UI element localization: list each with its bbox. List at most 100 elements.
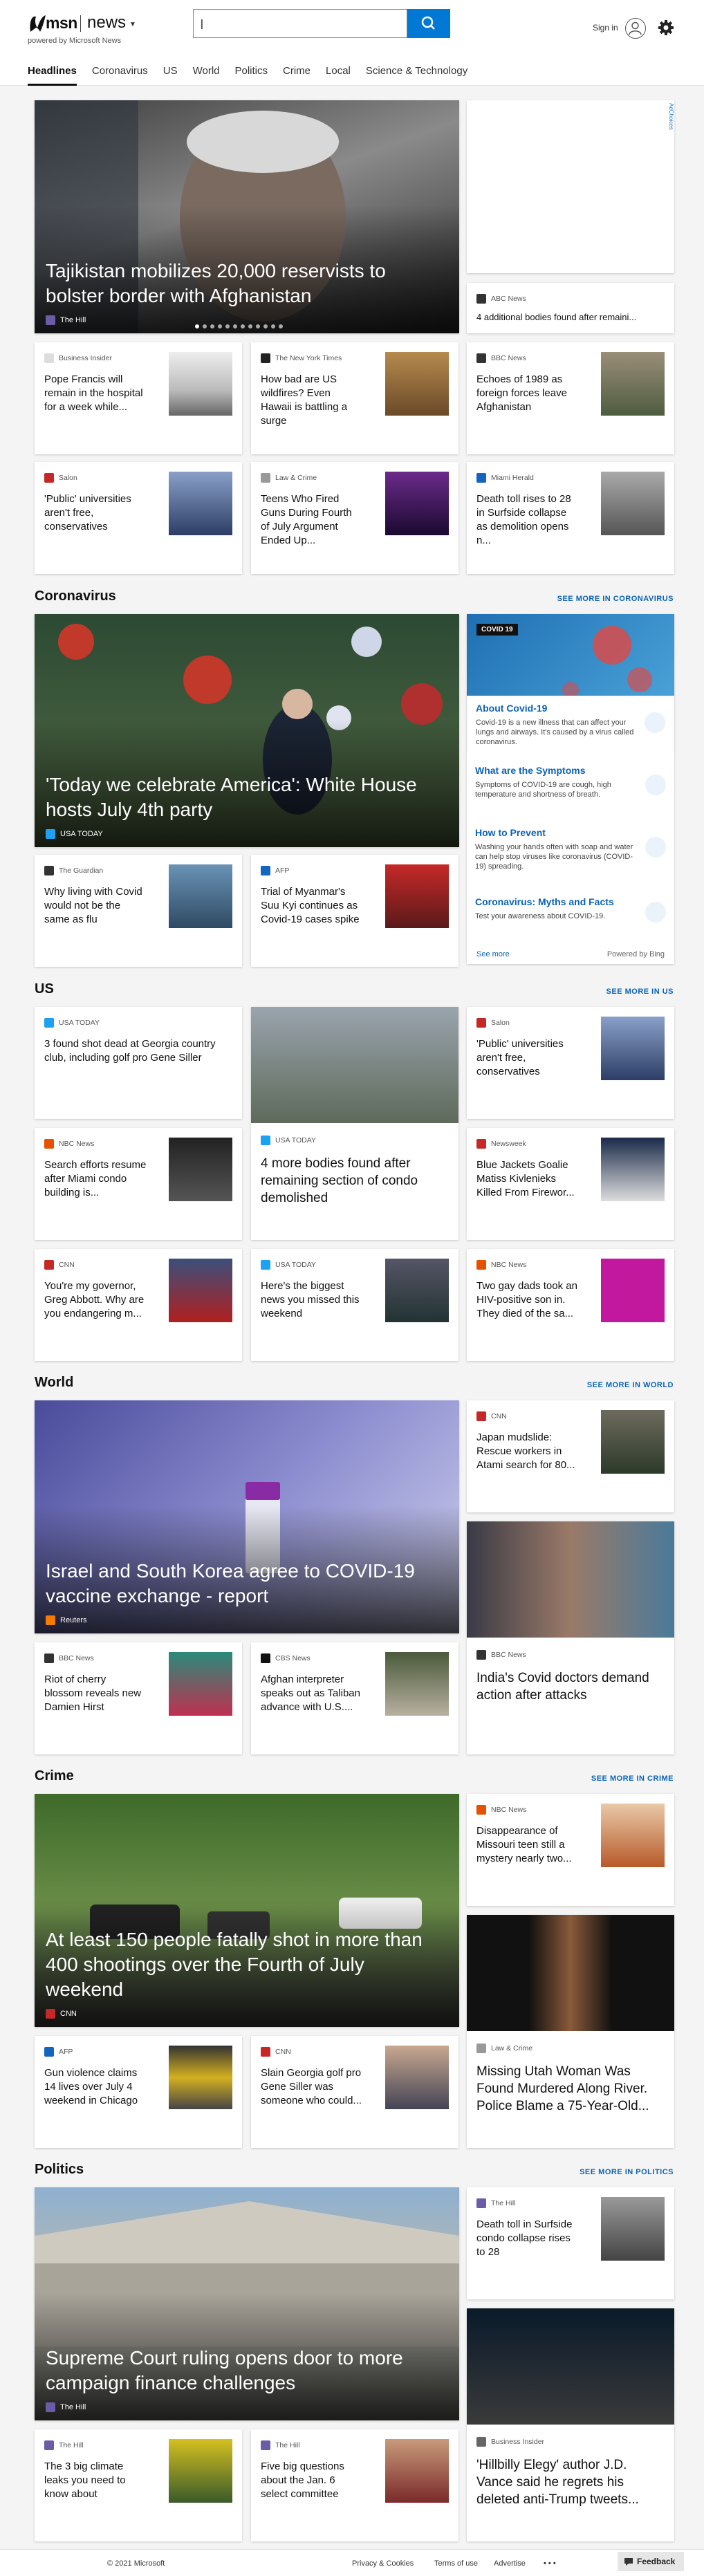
card-title[interactable]: India's Covid doctors demand action afte…: [476, 1669, 656, 1704]
card-title[interactable]: Five big questions about the Jan. 6 sele…: [261, 2460, 363, 2501]
news-card[interactable]: AFP Trial of Myanmar's Suu Kyi continues…: [251, 855, 458, 967]
news-card[interactable]: The Hill The 3 big climate leaks you nee…: [35, 2429, 242, 2541]
card-title[interactable]: Afghan interpreter speaks out as Taliban…: [261, 1673, 363, 1714]
news-card[interactable]: The New York Times How bad are US wildfi…: [251, 342, 458, 454]
coronavirus-hero-card[interactable]: 'Today we celebrate America': White Hous…: [35, 614, 459, 847]
card-title[interactable]: Echoes of 1989 as foreign forces leave A…: [476, 373, 579, 414]
news-card[interactable]: The Hill Death toll in Surfside condo co…: [467, 2187, 674, 2299]
news-card[interactable]: AFP Gun violence claims 14 lives over Ju…: [35, 2036, 242, 2148]
card-title[interactable]: Missing Utah Woman Was Found Murdered Al…: [476, 2063, 656, 2115]
news-card-large[interactable]: Business Insider 'Hillbilly Elegy' autho…: [467, 2308, 674, 2541]
card-title[interactable]: 'Public' universities aren't free, conse…: [44, 492, 147, 534]
card-title[interactable]: How bad are US wildfires? Even Hawaii is…: [261, 373, 363, 428]
politics-hero-card[interactable]: Supreme Court ruling opens door to more …: [35, 2187, 459, 2420]
card-title[interactable]: Slain Georgia golf pro Gene Siller was s…: [261, 2066, 363, 2108]
news-card[interactable]: NBC News Disappearance of Missouri teen …: [467, 1794, 674, 1906]
card-title[interactable]: Gun violence claims 14 lives over July 4…: [44, 2066, 147, 2108]
sign-in-link[interactable]: Sign in: [593, 23, 618, 33]
card-title[interactable]: 4 more bodies found after remaining sect…: [261, 1155, 441, 1207]
hero-title[interactable]: Tajikistan mobilizes 20,000 reservists t…: [46, 259, 438, 308]
card-title[interactable]: 3 found shot dead at Georgia country clu…: [44, 1037, 231, 1065]
news-card[interactable]: USA TODAY 3 found shot dead at Georgia c…: [35, 1007, 242, 1119]
nav-crime[interactable]: Crime: [283, 64, 311, 86]
hero-title[interactable]: 'Today we celebrate America': White Hous…: [46, 772, 438, 822]
footer-link-advertise[interactable]: Advertise: [494, 2559, 526, 2568]
see-more-crime[interactable]: SEE MORE IN CRIME: [591, 1775, 674, 1783]
news-card[interactable]: BBC News Riot of cherry blossom reveals …: [35, 1642, 242, 1754]
search-button[interactable]: [407, 9, 450, 38]
nav-politics[interactable]: Politics: [235, 64, 268, 86]
news-card[interactable]: NBC News Search efforts resume after Mia…: [35, 1128, 242, 1240]
card-title[interactable]: 'Public' universities aren't free, conse…: [476, 1037, 579, 1079]
covid-item-symptoms[interactable]: What are the Symptoms Symptoms of COVID-…: [467, 759, 674, 815]
avatar-icon[interactable]: [625, 18, 646, 39]
card-title[interactable]: Riot of cherry blossom reveals new Damie…: [44, 1673, 147, 1714]
news-card[interactable]: CNN Slain Georgia golf pro Gene Siller w…: [251, 2036, 458, 2148]
see-more-politics[interactable]: SEE MORE IN POLITICS: [580, 2168, 674, 2176]
card-title[interactable]: Disappearance of Missouri teen still a m…: [476, 1824, 579, 1866]
news-card[interactable]: The Guardian Why living with Covid would…: [35, 855, 242, 967]
card-title[interactable]: Why living with Covid would not be the s…: [44, 885, 147, 927]
msn-butterfly-logo-icon[interactable]: [28, 12, 47, 35]
news-card[interactable]: CNN You're my governor, Greg Abbott. Why…: [35, 1249, 242, 1361]
crime-hero-card[interactable]: At least 150 people fatally shot in more…: [35, 1794, 459, 2027]
more-options-icon[interactable]: • • •: [544, 2559, 556, 2568]
brand-section[interactable]: news: [87, 13, 126, 33]
news-card[interactable]: Salon 'Public' universities aren't free,…: [35, 462, 242, 574]
feedback-button[interactable]: Feedback: [618, 2552, 684, 2571]
adchoices-label[interactable]: AdChoices: [668, 103, 674, 130]
hero-title[interactable]: At least 150 people fatally shot in more…: [46, 1927, 438, 2002]
search-input[interactable]: [193, 9, 407, 38]
news-card[interactable]: Newsweek Blue Jackets Goalie Matiss Kivl…: [467, 1128, 674, 1240]
nav-science-technology[interactable]: Science & Technology: [366, 64, 467, 86]
see-more-world[interactable]: SEE MORE IN WORLD: [587, 1381, 674, 1389]
headline-hero-card[interactable]: Tajikistan mobilizes 20,000 reservists t…: [35, 100, 459, 333]
card-title[interactable]: Here's the biggest news you missed this …: [261, 1279, 363, 1321]
news-card[interactable]: Salon 'Public' universities aren't free,…: [467, 1007, 674, 1119]
card-title[interactable]: Blue Jackets Goalie Matiss Kivlenieks Ki…: [476, 1158, 579, 1200]
covid-item-prevent[interactable]: How to Prevent Washing your hands often …: [467, 822, 674, 884]
nav-coronavirus[interactable]: Coronavirus: [92, 64, 148, 86]
hero-title[interactable]: Israel and South Korea agree to COVID-19…: [46, 1559, 438, 1609]
chevron-down-icon[interactable]: ▼: [129, 21, 136, 28]
see-more-us[interactable]: SEE MORE IN US: [606, 988, 674, 996]
news-card[interactable]: Business Insider Pope Francis will remai…: [35, 342, 242, 454]
card-title[interactable]: Search efforts resume after Miami condo …: [44, 1158, 147, 1200]
world-hero-card[interactable]: Israel and South Korea agree to COVID-19…: [35, 1400, 459, 1633]
card-title[interactable]: You're my governor, Greg Abbott. Why are…: [44, 1279, 147, 1321]
carousel-dots[interactable]: [195, 324, 286, 328]
see-more-coronavirus[interactable]: SEE MORE IN CORONAVIRUS: [557, 595, 674, 603]
news-card[interactable]: Miami Herald Death toll rises to 28 in S…: [467, 462, 674, 574]
brand-msn[interactable]: msn: [46, 14, 77, 33]
nav-local[interactable]: Local: [326, 64, 351, 86]
card-title[interactable]: Japan mudslide: Rescue workers in Atami …: [476, 1431, 579, 1472]
footer-link-privacy[interactable]: Privacy & Cookies: [352, 2559, 414, 2568]
news-card[interactable]: BBC News Echoes of 1989 as foreign force…: [467, 342, 674, 454]
covid-item-about[interactable]: About Covid-19 Covid-19 is a new illness…: [467, 696, 674, 752]
news-card-large[interactable]: USA TODAY 4 more bodies found after rema…: [251, 1007, 458, 1240]
card-title[interactable]: Teens Who Fired Guns During Fourth of Ju…: [261, 492, 363, 548]
card-title[interactable]: The 3 big climate leaks you need to know…: [44, 2460, 147, 2501]
card-title[interactable]: Two gay dads took an HIV-positive son in…: [476, 1279, 579, 1321]
side-news-card[interactable]: ABC News 4 additional bodies found after…: [467, 283, 674, 333]
footer-link-terms[interactable]: Terms of use: [434, 2559, 478, 2568]
ad-slot[interactable]: AdChoices: [467, 100, 674, 273]
gear-icon[interactable]: [657, 19, 675, 37]
card-title[interactable]: 4 additional bodies found after remaini.…: [476, 311, 663, 324]
news-card[interactable]: Law & Crime Teens Who Fired Guns During …: [251, 462, 458, 574]
news-card-large[interactable]: BBC News India's Covid doctors demand ac…: [467, 1521, 674, 1754]
card-title[interactable]: Pope Francis will remain in the hospital…: [44, 373, 147, 414]
card-title[interactable]: Trial of Myanmar's Suu Kyi continues as …: [261, 885, 363, 927]
covid-see-more[interactable]: See more: [476, 950, 510, 958]
news-card[interactable]: The Hill Five big questions about the Ja…: [251, 2429, 458, 2541]
nav-headlines[interactable]: Headlines: [28, 64, 77, 86]
nav-us[interactable]: US: [163, 64, 178, 86]
news-card[interactable]: CNN Japan mudslide: Rescue workers in At…: [467, 1400, 674, 1512]
news-card[interactable]: CBS News Afghan interpreter speaks out a…: [251, 1642, 458, 1754]
news-card-large[interactable]: Law & Crime Missing Utah Woman Was Found…: [467, 1915, 674, 2148]
card-title[interactable]: Death toll rises to 28 in Surfside colla…: [476, 492, 579, 548]
covid-item-myths[interactable]: Coronavirus: Myths and Facts Test your a…: [467, 891, 674, 932]
news-card[interactable]: USA TODAY Here's the biggest news you mi…: [251, 1249, 458, 1361]
nav-world[interactable]: World: [193, 64, 220, 86]
news-card[interactable]: NBC News Two gay dads took an HIV-positi…: [467, 1249, 674, 1361]
